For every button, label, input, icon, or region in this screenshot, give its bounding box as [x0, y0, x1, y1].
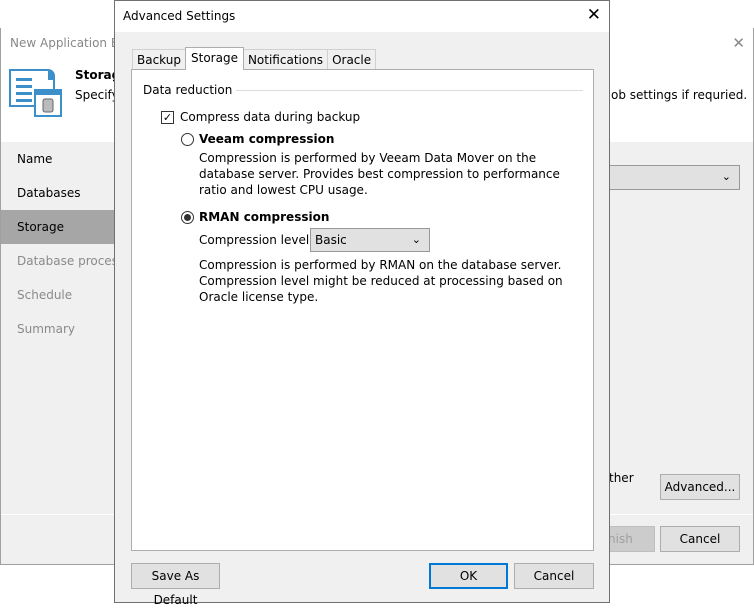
chevron-down-icon: ⌄ [721, 170, 731, 183]
chevron-down-icon: ⌄ [411, 233, 421, 246]
tab-oracle[interactable]: Oracle [327, 49, 377, 70]
wizard-partial-text: ther [609, 471, 634, 485]
sidebar-item-schedule: Schedule [17, 288, 73, 302]
compression-level-label: Compression level: [199, 233, 314, 247]
compression-level-value: Basic [315, 233, 347, 247]
data-reduction-group-label: Data reduction [143, 83, 237, 97]
sidebar-item-storage[interactable]: Storage [1, 210, 115, 244]
wizard-step-description-tail: ob settings if requried. [611, 88, 748, 102]
tab-backup[interactable]: Backup [132, 49, 186, 70]
rman-compression-description: Compression is performed by RMAN on the … [199, 258, 563, 304]
tab-storage[interactable]: Storage [185, 47, 244, 70]
cancel-button[interactable]: Cancel [514, 563, 594, 589]
ok-button[interactable]: OK [429, 563, 508, 589]
veeam-compression-radio[interactable] [181, 133, 194, 146]
wizard-cancel-button[interactable]: Cancel [660, 526, 740, 552]
sidebar-item-summary: Summary [17, 322, 75, 336]
veeam-compression-description: Compression is performed by Veeam Data M… [199, 151, 560, 197]
rman-compression-label[interactable]: RMAN compression [199, 210, 329, 224]
wizard-title: New Application Ba [10, 36, 127, 50]
veeam-compression-label[interactable]: Veeam compression [199, 132, 334, 146]
tab-notifications[interactable]: Notifications [242, 49, 329, 70]
compression-level-select[interactable]: Basic ⌄ [310, 228, 430, 252]
close-icon[interactable]: ✕ [587, 5, 601, 25]
rman-compression-radio[interactable] [181, 211, 194, 224]
tab-bar: Backup Storage Notifications Oracle [132, 47, 377, 70]
storage-step-icon [9, 69, 62, 117]
wizard-sidebar: Name Databases Storage Database processi… [1, 142, 115, 346]
dialog-titlebar: Advanced Settings ✕ [115, 1, 609, 32]
checkmark-icon: ✓ [162, 111, 173, 124]
dialog-title: Advanced Settings [123, 9, 236, 23]
wizard-close-icon[interactable]: ✕ [732, 34, 745, 52]
sidebar-item-database-processing: Database processing [17, 254, 115, 268]
wizard-step-description: Specify [75, 88, 119, 102]
advanced-settings-dialog: Advanced Settings ✕ Backup Storage Notif… [114, 0, 610, 607]
save-as-default-button[interactable]: Save As Default [131, 563, 220, 607]
wizard-advanced-button[interactable]: Advanced... [660, 474, 740, 500]
storage-tab-panel: Data reduction ✓ Compress data during ba… [131, 69, 594, 551]
compress-data-checkbox[interactable]: ✓ [161, 111, 174, 124]
compress-data-label[interactable]: Compress data during backup [180, 110, 360, 124]
backup-repository-dropdown[interactable]: ⌄ [601, 165, 740, 190]
sidebar-item-databases[interactable]: Databases [1, 176, 115, 210]
sidebar-item-name[interactable]: Name [1, 142, 115, 176]
